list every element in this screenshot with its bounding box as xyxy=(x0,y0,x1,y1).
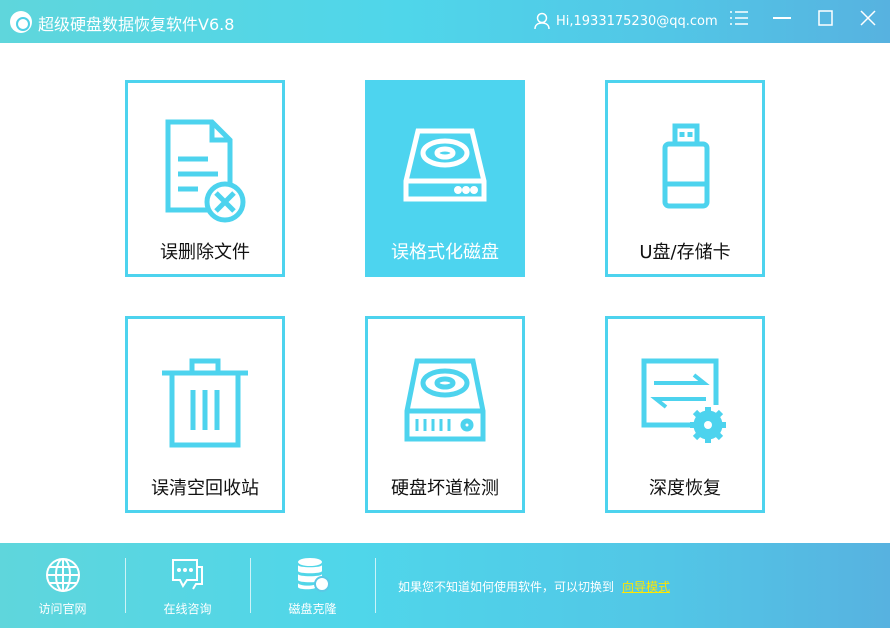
maximize-button[interactable] xyxy=(815,10,837,32)
user-account[interactable]: Hi,1933175230@qq.com xyxy=(534,12,718,30)
deep-recovery-icon xyxy=(641,358,726,443)
minimize-button[interactable] xyxy=(771,10,793,32)
usb-drive-icon xyxy=(662,123,710,209)
divider xyxy=(375,558,376,613)
hint-text: 如果您不知道如何使用软件，可以切换到 xyxy=(398,580,615,594)
close-button[interactable] xyxy=(857,10,879,32)
tile-formatted-disk[interactable]: 误格式化磁盘 xyxy=(365,80,525,277)
hard-drive-icon xyxy=(403,128,487,202)
trash-icon xyxy=(162,358,248,448)
visit-website-button[interactable]: 访问官网 xyxy=(0,543,125,628)
tile-recycle-bin[interactable]: 误清空回收站 xyxy=(125,316,285,513)
disk-check-icon xyxy=(404,358,486,442)
online-consult-button[interactable]: 在线咨询 xyxy=(125,543,250,628)
database-icon xyxy=(297,558,330,592)
menu-icon xyxy=(730,11,748,25)
menu-button[interactable] xyxy=(728,10,750,32)
maximize-icon xyxy=(818,10,833,26)
user-email: Hi,1933175230@qq.com xyxy=(556,13,718,29)
app-logo-icon xyxy=(10,11,32,33)
guide-hint: 如果您不知道如何使用软件，可以切换到 向导模式 xyxy=(398,578,670,595)
tile-deep-recovery[interactable]: 深度恢复 xyxy=(605,316,765,513)
tile-bad-sector-check[interactable]: 硬盘坏道检测 xyxy=(365,316,525,513)
wizard-mode-link[interactable]: 向导模式 xyxy=(622,580,670,594)
app-title: 超级硬盘数据恢复软件V6.8 xyxy=(38,15,235,34)
chat-icon xyxy=(171,559,203,590)
user-icon xyxy=(534,12,550,30)
disk-clone-button[interactable]: 磁盘克隆 xyxy=(250,543,375,628)
globe-icon xyxy=(45,558,80,592)
document-delete-icon xyxy=(165,119,246,223)
tile-usb-card[interactable]: U盘/存储卡 xyxy=(605,80,765,277)
tile-deleted-files[interactable]: 误删除文件 xyxy=(125,80,285,277)
minimize-icon xyxy=(773,17,791,19)
close-icon xyxy=(860,10,876,26)
footer-bar: 访问官网 在线咨询 磁盘克隆 如果您不知道如何使用软件，可以切换到 向导模式 xyxy=(0,543,890,628)
title-bar: 超级硬盘数据恢复软件V6.8 Hi,1933175230@qq.com xyxy=(0,0,890,43)
